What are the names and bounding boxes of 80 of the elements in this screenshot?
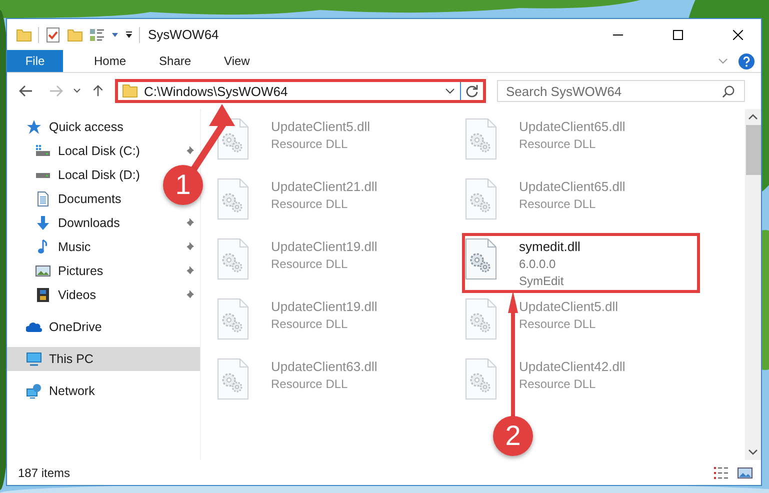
ribbon-tab[interactable]: Share — [144, 50, 206, 72]
gear-file-icon — [217, 178, 249, 220]
file-name: UpdateClient65.dll — [519, 178, 626, 196]
sidebar-item[interactable]: Quick access — [7, 115, 200, 139]
file-detail: Resource DLL — [271, 196, 349, 213]
file-detail: Resource DLL — [271, 316, 349, 333]
address-path: C:\Windows\SysWOW64 — [144, 84, 289, 98]
file-name: UpdateClient19.dll — [271, 238, 378, 256]
customize-toolbar-icon[interactable] — [125, 30, 133, 38]
sidebar-item[interactable]: Documents — [7, 187, 126, 211]
sidebar-item[interactable]: Downloads — [7, 211, 200, 235]
sidebar-item[interactable]: This PC — [7, 347, 200, 371]
network-icon — [26, 383, 42, 399]
gear-file-icon — [217, 358, 249, 400]
gear-file-icon — [217, 298, 249, 340]
scroll-up-icon[interactable] — [748, 114, 758, 120]
file-detail: Resource DLL — [519, 376, 597, 393]
close-icon — [733, 30, 743, 40]
folder-icon — [122, 83, 138, 99]
sidebar-item[interactable]: Music — [7, 235, 200, 259]
document-icon — [35, 191, 51, 207]
back-arrow-icon[interactable] — [19, 85, 33, 97]
file-name: UpdateClient19.dll — [271, 298, 378, 316]
scroll-down-icon[interactable] — [748, 449, 758, 455]
file-name: UpdateClient5.dll — [519, 298, 618, 316]
file-detail: Resource DLL — [271, 256, 349, 273]
drive-icon — [35, 143, 51, 159]
minimize-icon — [613, 34, 623, 36]
search-field[interactable]: Search SysWOW64 — [497, 80, 745, 102]
file-name: UpdateClient21.dll — [271, 178, 378, 196]
picture-icon — [35, 263, 51, 279]
sidebar-item[interactable]: Local Disk (C:) — [7, 139, 200, 163]
file-name: UpdateClient65.dll — [519, 118, 626, 136]
file-detail: SymEdit — [519, 273, 565, 290]
refresh-icon[interactable] — [465, 84, 479, 98]
file-detail: 6.0.0.0 — [519, 256, 557, 273]
help-icon[interactable] — [738, 52, 755, 70]
gear-file-icon — [465, 358, 497, 400]
drive-icon — [35, 172, 51, 178]
file-detail: Resource DLL — [519, 316, 597, 333]
expand-ribbon-icon[interactable] — [718, 58, 728, 64]
gear-file-icon — [217, 238, 249, 280]
file-name: UpdateClient63.dll — [271, 358, 378, 376]
ribbon-tab[interactable]: Home — [79, 50, 142, 72]
gear-file-icon — [465, 238, 497, 280]
recent-locations-icon[interactable] — [73, 88, 81, 94]
sidebar-item[interactable]: Network — [7, 379, 200, 403]
large-icons-view-icon[interactable] — [737, 466, 753, 480]
sidebar-item[interactable]: OneDrive — [7, 315, 200, 339]
details-view-icon[interactable] — [713, 466, 729, 480]
scrollbar[interactable] — [745, 109, 761, 460]
window-title: SysWOW64 — [148, 27, 219, 42]
down-arrow-icon — [35, 215, 51, 231]
item-count: 187 items — [18, 466, 70, 480]
file-item[interactable]: symedit.dll 6.0.0.0 SymEdit — [462, 233, 700, 293]
star-icon — [26, 119, 42, 135]
search-icon — [722, 85, 735, 98]
gear-file-icon — [465, 178, 497, 220]
properties-icon[interactable] — [89, 26, 105, 42]
file-detail: Resource DLL — [271, 136, 349, 153]
file-detail: Resource DLL — [519, 196, 597, 213]
monitor-icon — [26, 351, 42, 367]
sidebar-item[interactable]: Pictures — [7, 259, 200, 283]
file-detail: Resource DLL — [271, 376, 349, 393]
checklist-icon[interactable] — [45, 26, 61, 42]
dropdown-arrow-icon[interactable] — [111, 30, 119, 38]
sidebar-item[interactable]: Local Disk (D:) — [7, 163, 144, 187]
gear-file-icon — [465, 298, 497, 340]
file-name: symedit.dll — [519, 238, 580, 256]
file-name: UpdateClient42.dll — [519, 358, 626, 376]
gear-file-icon — [465, 118, 497, 160]
scrollbar-thumb[interactable] — [746, 125, 760, 175]
file-name: UpdateClient5.dll — [271, 118, 370, 136]
sidebar-item[interactable]: Videos — [7, 283, 200, 307]
address-bar[interactable]: C:\Windows\SysWOW64 — [115, 79, 486, 103]
maximize-icon — [673, 30, 683, 40]
ribbon-tab[interactable]: View — [209, 50, 265, 72]
up-arrow-icon[interactable] — [91, 85, 105, 97]
file-detail: Resource DLL — [519, 136, 597, 153]
film-icon — [35, 287, 51, 303]
